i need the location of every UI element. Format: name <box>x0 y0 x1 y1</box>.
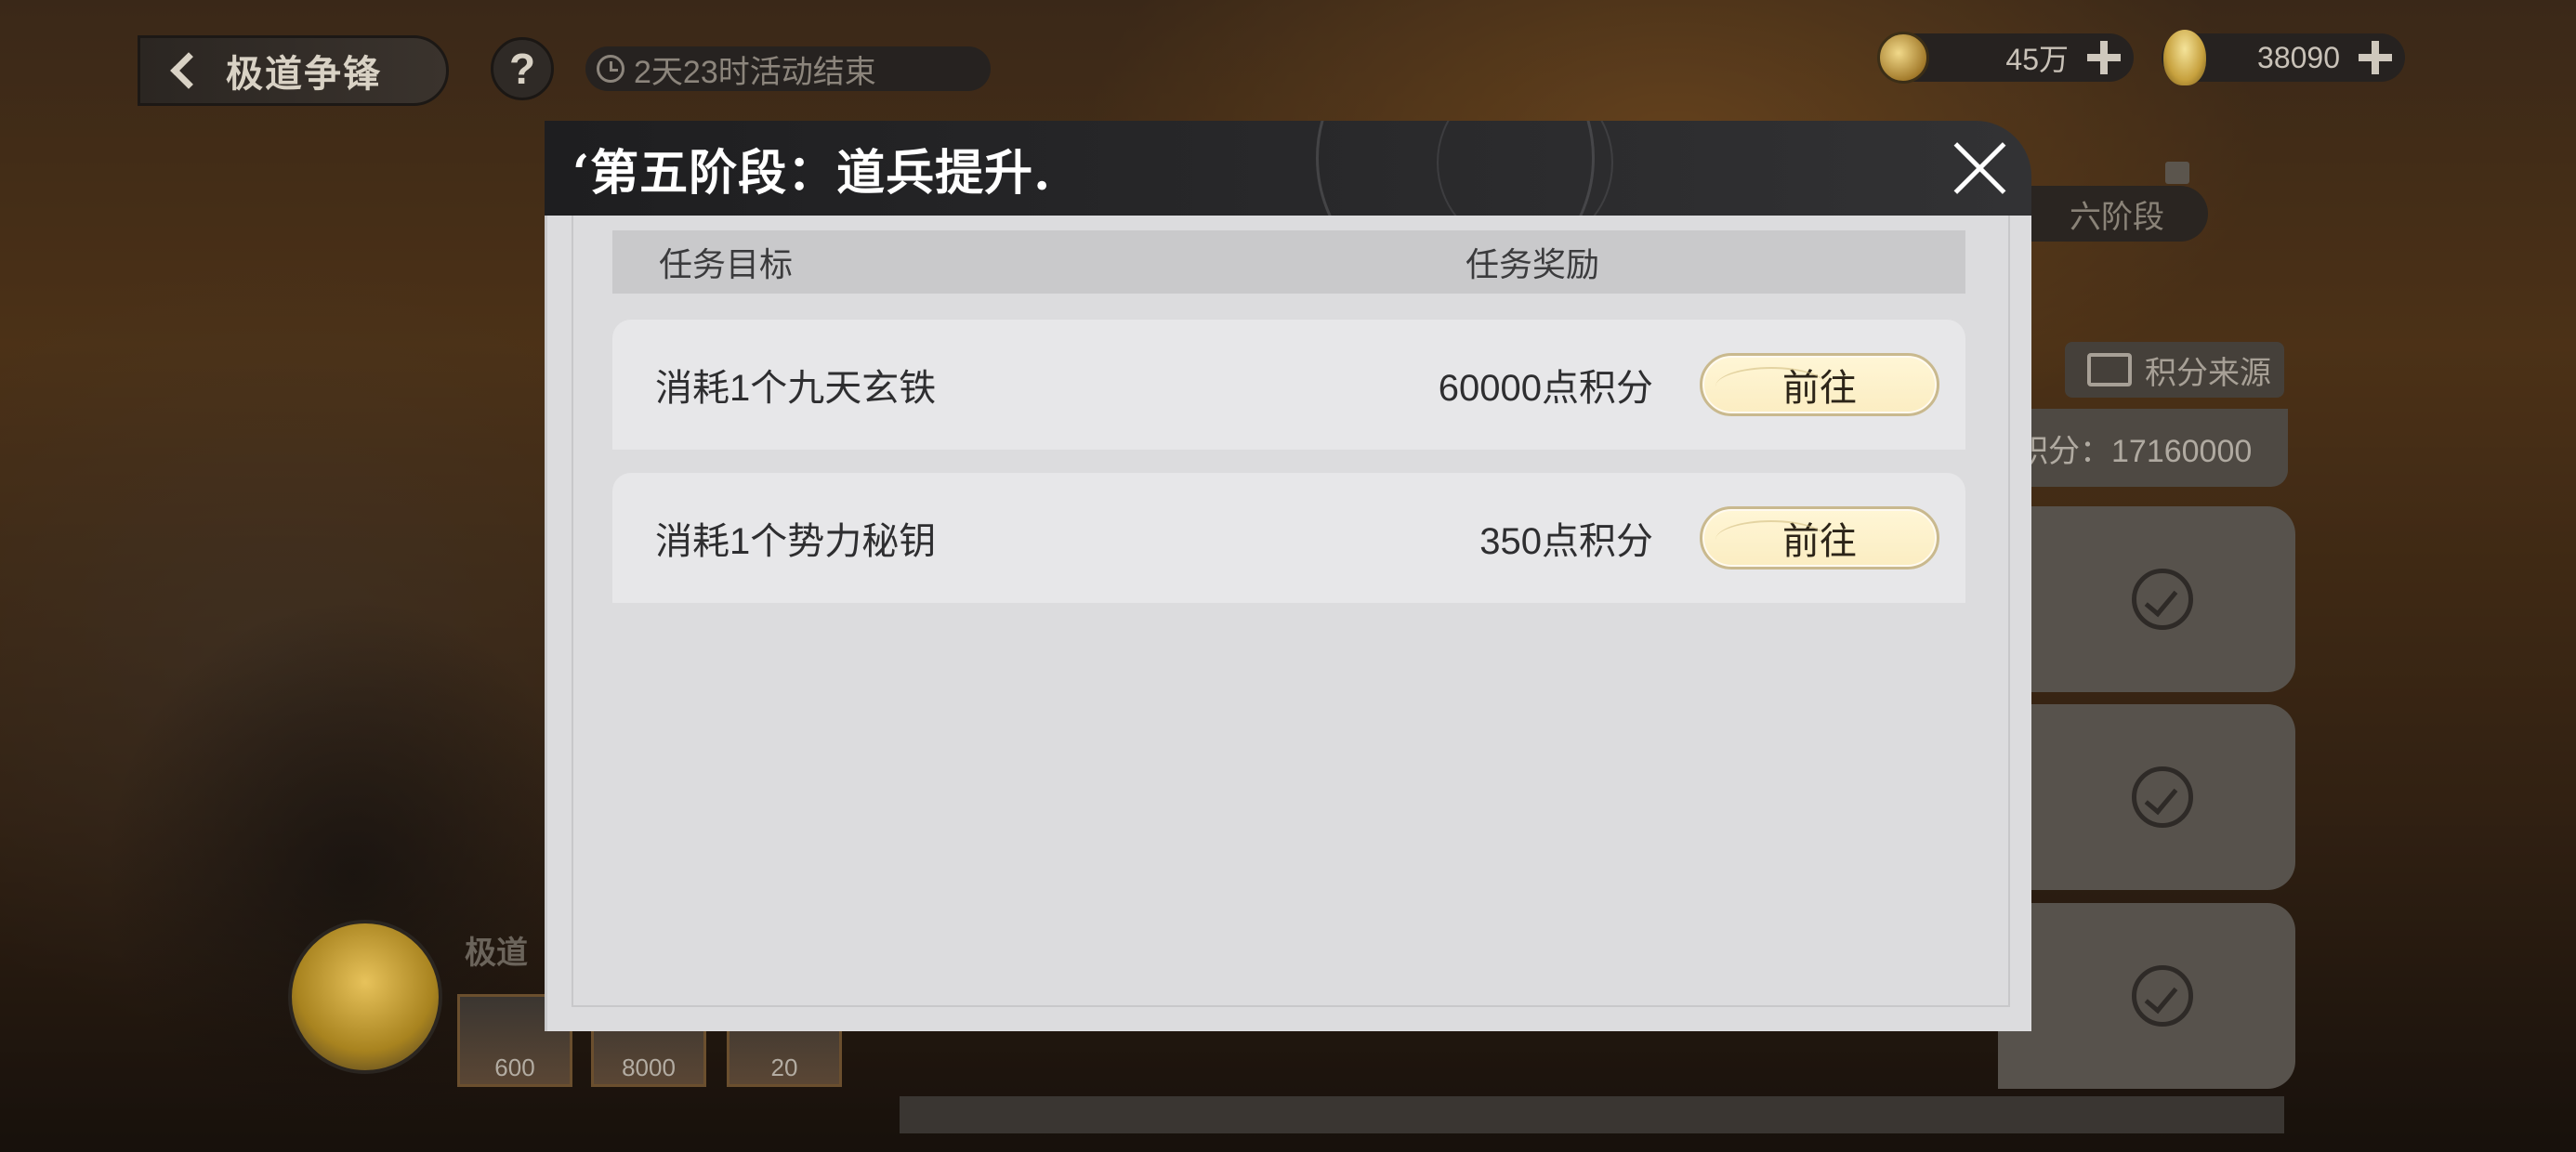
go-button[interactable]: 前往 <box>1700 353 1939 416</box>
event-timer: 2天23时活动结束 <box>585 46 991 91</box>
go-button[interactable]: 前往 <box>1700 506 1939 569</box>
task-name: 消耗1个九天玄铁 <box>655 368 937 409</box>
help-button[interactable]: ? <box>491 37 554 100</box>
ticket-icon <box>2087 353 2132 386</box>
chevron-left-icon <box>170 52 207 89</box>
coin-amount: 45万 <box>2005 43 2069 76</box>
check-icon <box>2132 766 2193 828</box>
back-button-label: 极道争锋 <box>226 54 382 95</box>
task-table-header: 任务目标 任务奖励 <box>612 230 1965 294</box>
task-row: 消耗1个九天玄铁 60000点积分 前往 <box>612 320 1965 450</box>
coin-icon <box>1877 32 1929 84</box>
avatar[interactable] <box>288 920 442 1074</box>
header-decoration <box>1437 121 1613 216</box>
column-reward: 任务奖励 <box>1465 245 1600 283</box>
column-goal: 任务目标 <box>659 245 794 283</box>
task-reward: 350点积分 <box>1479 521 1653 562</box>
task-name: 消耗1个势力秘钥 <box>655 521 937 562</box>
add-coin-icon[interactable] <box>2085 39 2123 76</box>
currency-gourd: 38090 <box>2162 30 2405 85</box>
check-icon <box>2132 569 2193 630</box>
avatar-name: 极道 <box>465 936 528 971</box>
dialog-header: ‘第五阶段：道兵提升. <box>545 121 2031 216</box>
task-row: 消耗1个势力秘钥 350点积分 前往 <box>612 473 1965 603</box>
close-icon[interactable] <box>1952 139 2009 197</box>
check-icon <box>2132 965 2193 1027</box>
score-source-button[interactable]: 积分来源 <box>2065 342 2284 398</box>
clock-icon <box>597 55 624 83</box>
gourd-amount: 38090 <box>2257 40 2340 74</box>
lock-icon <box>2165 162 2189 184</box>
stage-card <box>1998 506 2295 692</box>
event-timer-text: 2天23时活动结束 <box>634 54 876 90</box>
stage-task-dialog: ‘第五阶段：道兵提升. 任务目标 任务奖励 消耗1个九天玄铁 60000点积分 … <box>545 121 2031 1031</box>
gourd-icon <box>2163 30 2206 85</box>
task-reward: 60000点积分 <box>1438 368 1653 409</box>
dialog-body: 任务目标 任务奖励 消耗1个九天玄铁 60000点积分 前往 消耗1个势力秘钥 … <box>545 216 2031 1031</box>
stage-card <box>1998 704 2295 890</box>
currency-coin: 45万 <box>1877 32 2134 84</box>
score-source-label: 积分来源 <box>2145 355 2271 391</box>
stage-tab-six[interactable]: 六阶段 <box>2026 186 2208 242</box>
stage-card <box>1998 903 2295 1089</box>
total-score: 积分：17160000 <box>1998 409 2288 487</box>
add-gourd-icon[interactable] <box>2357 39 2394 76</box>
back-button[interactable]: 极道争锋 <box>138 35 449 106</box>
bottom-bar <box>900 1096 2284 1133</box>
dialog-title: ‘第五阶段：道兵提升. <box>572 145 1052 202</box>
